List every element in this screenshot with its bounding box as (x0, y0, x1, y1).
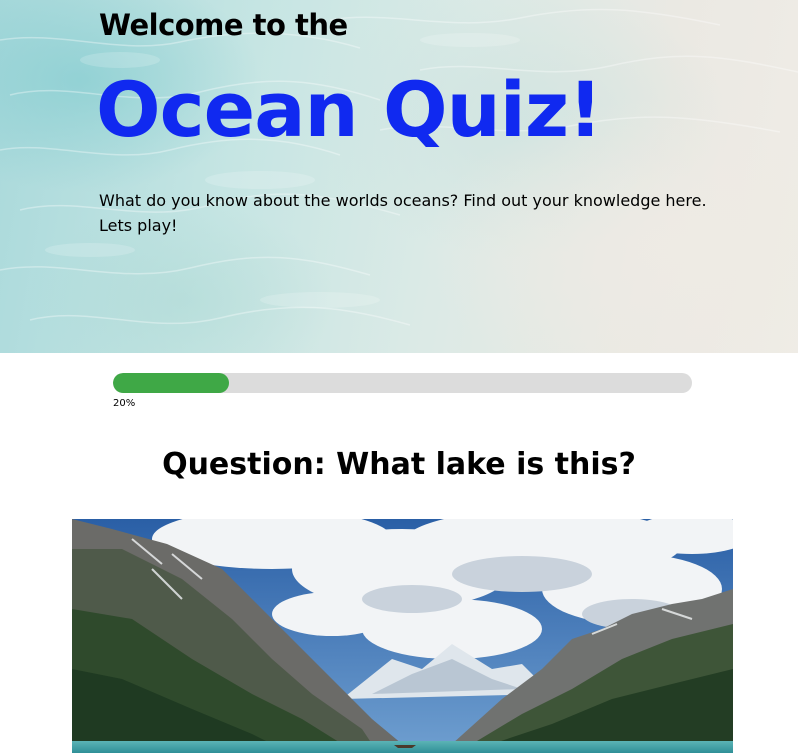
quiz-progress-bar (113, 373, 692, 393)
progress-percent-label: 20% (113, 398, 136, 409)
question-text: Question: What lake is this? (162, 447, 636, 482)
quiz-title: Ocean Quiz! (96, 65, 603, 154)
quiz-description: What do you know about the worlds oceans… (99, 191, 707, 235)
lake-photo (72, 519, 733, 753)
welcome-heading: Welcome to the (99, 8, 348, 42)
hero-banner: Welcome to the Ocean Quiz! What do you k… (0, 0, 798, 353)
progress-fill (113, 373, 229, 393)
water-background (0, 8, 798, 326)
question-image (72, 519, 733, 753)
